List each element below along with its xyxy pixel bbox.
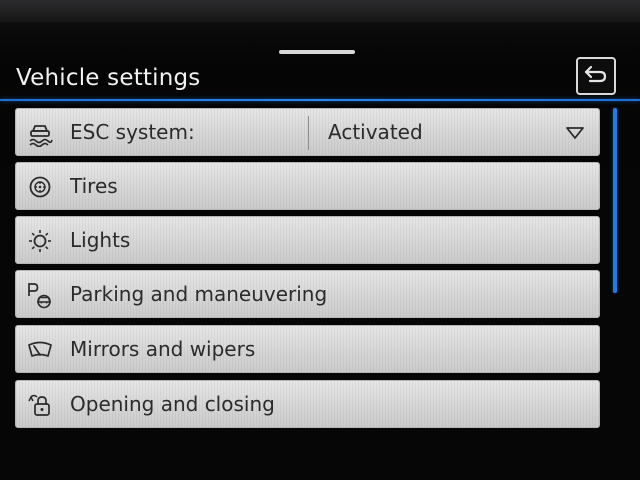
list-item-opening-and-closing[interactable]: Opening and closing xyxy=(15,380,600,428)
page-title: Vehicle settings xyxy=(16,65,201,91)
list-item-mirrors-and-wipers[interactable]: Mirrors and wipers xyxy=(15,325,600,373)
list-item-parking-and-maneuvering[interactable]: Parking and maneuvering xyxy=(15,270,600,318)
parking-label: Parking and maneuvering xyxy=(70,282,328,306)
list-item-lights[interactable]: Lights xyxy=(15,216,600,264)
list-item-esc-system[interactable]: ESC system: Activated xyxy=(15,108,600,156)
pull-down-handle[interactable] xyxy=(279,50,355,54)
tires-label: Tires xyxy=(70,174,118,198)
opening-closing-label: Opening and closing xyxy=(70,392,275,416)
back-button[interactable] xyxy=(576,57,616,95)
dropdown-triangle-icon[interactable] xyxy=(564,125,586,141)
esc-icon xyxy=(26,119,54,147)
lock-icon xyxy=(26,391,54,419)
title-divider xyxy=(0,99,640,101)
light-bulb-icon xyxy=(26,227,54,255)
back-arrow-icon xyxy=(583,63,609,89)
wiper-icon xyxy=(26,336,54,364)
parking-icon xyxy=(26,281,54,309)
tire-icon xyxy=(26,173,54,201)
esc-system-value: Activated xyxy=(328,120,423,144)
top-bezel xyxy=(0,0,640,22)
esc-divider xyxy=(308,116,309,150)
mirrors-wipers-label: Mirrors and wipers xyxy=(70,337,256,361)
list-item-tires[interactable]: Tires xyxy=(15,162,600,210)
infotainment-screen: Vehicle settings ESC system: Activated T… xyxy=(0,0,640,480)
lights-label: Lights xyxy=(70,228,131,252)
scrollbar[interactable] xyxy=(613,108,617,293)
esc-system-label: ESC system: xyxy=(70,120,195,144)
